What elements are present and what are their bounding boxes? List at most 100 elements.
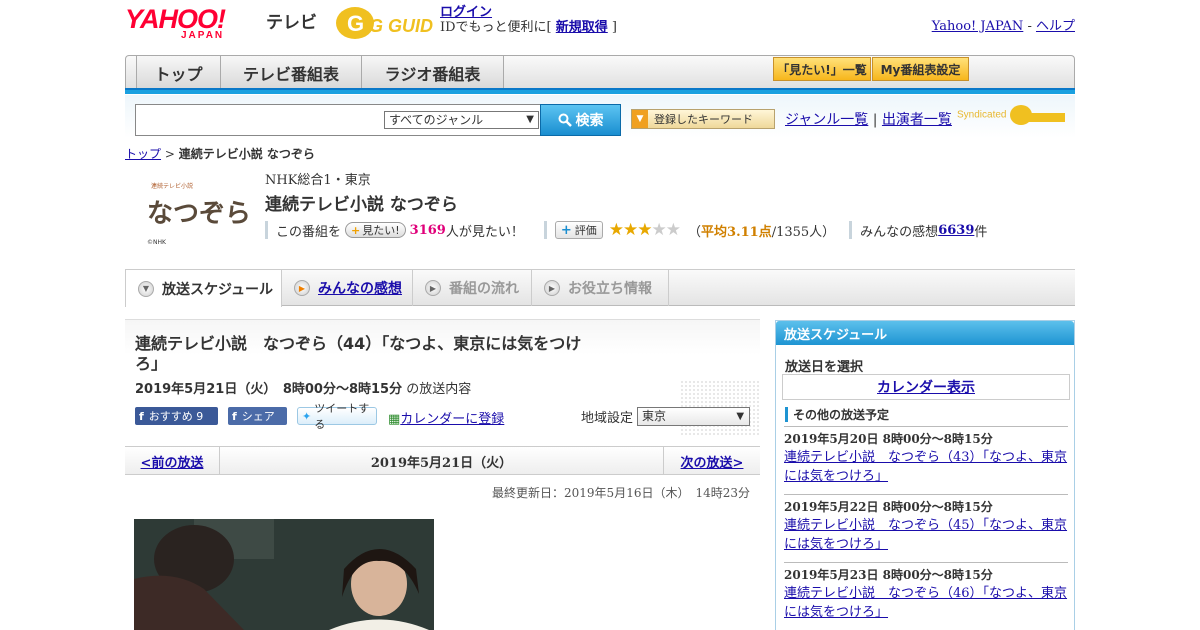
syndicated-gguide-logo: Syndicated	[957, 104, 1066, 126]
plus-icon: +	[560, 222, 572, 238]
registered-keyword-button[interactable]: ▼ 登録したキーワード	[631, 109, 775, 129]
program-subtabs: ▼ 放送スケジュール ▶ みんなの感想 ▶ 番組の流れ ▶ お役立ち情報	[125, 269, 1075, 307]
genre-select-value: すべてのジャンル	[389, 113, 484, 127]
mitai-list-button[interactable]: 「見たい!」一覧	[773, 57, 871, 81]
genre-list-link[interactable]: ジャンル一覧	[785, 112, 868, 128]
dropdown-arrow-icon: ▼	[526, 114, 534, 125]
select-date-label: 放送日を選択	[785, 360, 864, 375]
schedule-datetime: 2019年5月22日 8時00分～8時15分	[784, 500, 993, 514]
list-item: 2019年5月20日 8時00分～8時15分 連続テレビ小説 なつぞら（43）「…	[784, 426, 1068, 494]
breadcrumb-top-link[interactable]: トップ	[125, 147, 161, 161]
search-icon	[558, 113, 572, 127]
my-schedule-button[interactable]: My番組表設定	[872, 57, 969, 81]
breadcrumb-current: 連続テレビ小説 なつぞら	[178, 147, 315, 161]
cast-list-link[interactable]: 出演者一覧	[882, 112, 952, 128]
impressions-count-link[interactable]: 6639	[938, 223, 974, 238]
rate-button[interactable]: + 評価	[554, 221, 603, 239]
fb-share-label: シェア	[241, 410, 275, 423]
calendar-register[interactable]: ▦カレンダーに登録	[388, 408, 504, 427]
search-links: ジャンル一覧 | 出演者一覧	[785, 109, 952, 129]
program-logo-text: なつぞら	[147, 199, 249, 229]
genre-select[interactable]: すべてのジャンル ▼	[384, 111, 539, 129]
calendar-icon: ▦	[388, 412, 401, 427]
facebook-recommend-button[interactable]: f おすすめ 9	[135, 407, 218, 425]
other-broadcasts-list: 2019年5月20日 8時00分～8時15分 連続テレビ小説 なつぞら（43）「…	[784, 426, 1068, 630]
facebook-share-button[interactable]: f シェア	[228, 407, 287, 425]
program-logo-subtitle: 連続テレビ小説	[151, 182, 193, 190]
tab-impressions[interactable]: ▶ みんなの感想	[282, 270, 413, 306]
calendar-register-link[interactable]: カレンダーに登録	[400, 412, 504, 427]
schedule-title-link[interactable]: 連続テレビ小説 なつぞら（46）「なつよ、東京には気をつけろ」	[784, 584, 1068, 622]
impressions-label: みんなの感想	[860, 224, 939, 240]
help-link[interactable]: ヘルプ	[1036, 19, 1075, 34]
login-link[interactable]: ログイン	[440, 5, 492, 20]
registered-keyword-label: 登録したキーワード	[654, 113, 753, 126]
episode-datetime: 2019年5月21日（火） 8時00分～8時15分	[135, 382, 403, 397]
calendar-display-button[interactable]: カレンダー表示	[782, 374, 1070, 400]
tab-radio-schedule[interactable]: ラジオ番組表	[362, 56, 504, 89]
next-broadcast-link[interactable]: 次の放送>	[681, 452, 744, 471]
program-channel: NHK総合1・東京	[265, 173, 371, 188]
prev-broadcast-link[interactable]: <前の放送	[141, 452, 204, 471]
sidebar-title: 放送スケジュール	[776, 321, 1074, 345]
mitai-button-label: 見たい!	[362, 224, 400, 237]
schedule-title-link[interactable]: 連続テレビ小説 なつぞら（43）「なつよ、東京には気をつけろ」	[784, 448, 1068, 486]
episode-date: 2019年5月21日（火） 8時00分～8時15分 の放送内容	[135, 378, 471, 397]
impressions-suffix: 件	[974, 224, 988, 240]
syndicated-text: Syndicated	[957, 109, 1007, 121]
tab-top[interactable]: トップ	[136, 56, 221, 89]
svg-text:G: G	[347, 11, 364, 36]
avg-score: 平均3.11点	[701, 224, 772, 240]
this-program-label: この番組を	[276, 224, 342, 240]
tweet-button[interactable]: ✦ ツイートする	[297, 402, 377, 431]
gguide-logo-text: G GUIDE	[369, 16, 433, 36]
tab-label: 放送スケジュール	[162, 281, 274, 298]
chevron-down-icon: ▼	[138, 280, 154, 297]
schedule-datetime: 2019年5月20日 8時00分～8時15分	[784, 432, 993, 446]
tab-label: お役立ち情報	[568, 281, 652, 297]
region-select[interactable]: 東京 ▼	[637, 407, 751, 426]
gguide-logo[interactable]: G G GUIDE	[335, 6, 433, 40]
tab-broadcast-schedule[interactable]: ▼ 放送スケジュール	[125, 270, 282, 307]
mitai-button[interactable]: + 見たい!	[345, 222, 406, 238]
tab-tv-schedule[interactable]: テレビ番組表	[221, 56, 362, 89]
episode-photo	[134, 519, 434, 630]
star-icon: ★	[637, 220, 652, 240]
link-separator: |	[868, 112, 882, 128]
tab-useful-info[interactable]: ▶ お役立ち情報	[532, 270, 669, 306]
tab-program-flow[interactable]: ▶ 番組の流れ	[413, 270, 532, 306]
other-broadcasts-label: その他の放送予定	[793, 408, 890, 422]
gguide-small-logo-icon	[1010, 105, 1066, 125]
last-updated: 最終更新日：2019年5月16日（木） 14時23分	[492, 486, 750, 500]
star-icon: ★	[608, 220, 624, 240]
tab-label: みんなの感想	[318, 281, 402, 297]
header-links: Yahoo! JAPAN - ヘルプ	[932, 15, 1075, 34]
program-title: 連続テレビ小説 なつぞら	[265, 195, 458, 215]
other-broadcasts-heading: その他の放送予定	[785, 406, 889, 423]
tweet-label: ツイートする	[314, 402, 370, 431]
episode-box: 連続テレビ小説 なつぞら（44）「なつよ、東京には気をつけろ」 2019年5月2…	[125, 319, 760, 437]
episode-pager: <前の放送 2019年5月21日（火） 次の放送>	[125, 446, 760, 475]
schedule-datetime: 2019年5月23日 8時00分～8時15分	[784, 568, 993, 582]
header-separator: -	[1023, 19, 1036, 34]
logo-yahoo-text: YAHOO!	[125, 4, 226, 34]
search-bar: すべてのジャンル ▼ 検索 ▼ 登録したキーワード ジャンル一覧 | 出演者一覧…	[125, 95, 1075, 138]
site-header: YAHOO! JAPAN テレビ G G GUIDE ログイン IDでもっと便利…	[125, 0, 1075, 52]
search-button[interactable]: 検索	[540, 104, 621, 136]
avg-open: （	[688, 224, 702, 240]
rating-stars: ★★★★★	[608, 220, 681, 240]
star-icon: ★	[651, 220, 667, 240]
logo-tv-text[interactable]: テレビ	[266, 8, 317, 33]
yahoo-japan-logo[interactable]: YAHOO! JAPAN	[125, 4, 226, 42]
stat-divider	[265, 221, 268, 239]
breadcrumb-separator: >	[161, 147, 179, 161]
list-item: 2019年5月22日 8時00分～8時15分 連続テレビ小説 なつぞら（45）「…	[784, 494, 1068, 562]
plus-icon: +	[351, 223, 361, 237]
calendar-display-link[interactable]: カレンダー表示	[877, 377, 975, 397]
episode-title: 連続テレビ小説 なつぞら（44）「なつよ、東京には気をつけろ」	[135, 334, 582, 373]
register-link[interactable]: 新規取得	[556, 20, 608, 35]
yahoo-japan-link[interactable]: Yahoo! JAPAN	[932, 19, 1024, 34]
login-box: ログイン IDでもっと便利に[ 新規取得 ]	[440, 5, 617, 35]
next-broadcast: 次の放送>	[663, 447, 760, 475]
schedule-title-link[interactable]: 連続テレビ小説 なつぞら（45）「なつよ、東京には気をつけろ」	[784, 516, 1068, 554]
